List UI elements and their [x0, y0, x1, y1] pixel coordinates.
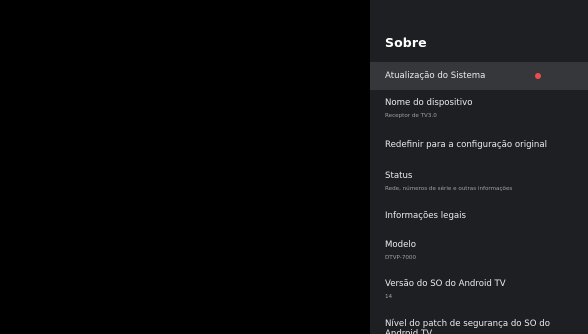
notification-dot-icon: [535, 73, 541, 79]
menu-item-legal-info[interactable]: Informações legais: [370, 211, 588, 222]
menu-item-device-name[interactable]: Nome do dispositivo Receptor de TV3.0: [370, 98, 588, 120]
menu-item-android-tv-version[interactable]: Versão do SO do Android TV 14: [370, 279, 588, 301]
menu-item-label: Atualização do Sistema: [385, 71, 486, 81]
menu-item-label: Redefinir para a configuração original: [385, 140, 548, 150]
menu-item-status[interactable]: Status Rede, números de série e outras i…: [370, 171, 588, 193]
panel-title: Sobre: [385, 35, 427, 50]
menu-item-label: Versão do SO do Android TV: [385, 279, 506, 289]
menu-item-system-update[interactable]: Atualização do Sistema: [370, 62, 588, 90]
settings-side-panel: Sobre Atualização do Sistema Nome do dis…: [370, 0, 588, 334]
menu-item-model[interactable]: Modelo DTVP-7000: [370, 240, 588, 262]
menu-item-label: Status: [385, 171, 413, 181]
menu-item-label: Informações legais: [385, 211, 467, 221]
menu-item-security-patch-level[interactable]: Nível do patch de segurança do SO do And…: [370, 319, 588, 334]
menu-item-label: Modelo: [385, 240, 417, 250]
menu-item-subtitle: DTVP-7000: [385, 255, 417, 261]
menu-item-factory-reset[interactable]: Redefinir para a configuração original: [370, 140, 588, 151]
menu-item-subtitle: Rede, números de série e outras informaç…: [385, 186, 513, 192]
menu-item-subtitle: 14: [385, 294, 393, 300]
menu-item-label: Nível do patch de segurança do SO do And…: [385, 319, 550, 334]
menu-item-subtitle: Receptor de TV3.0: [385, 113, 437, 119]
menu-item-label: Nome do dispositivo: [385, 98, 473, 108]
tv-backdrop: [0, 0, 370, 334]
